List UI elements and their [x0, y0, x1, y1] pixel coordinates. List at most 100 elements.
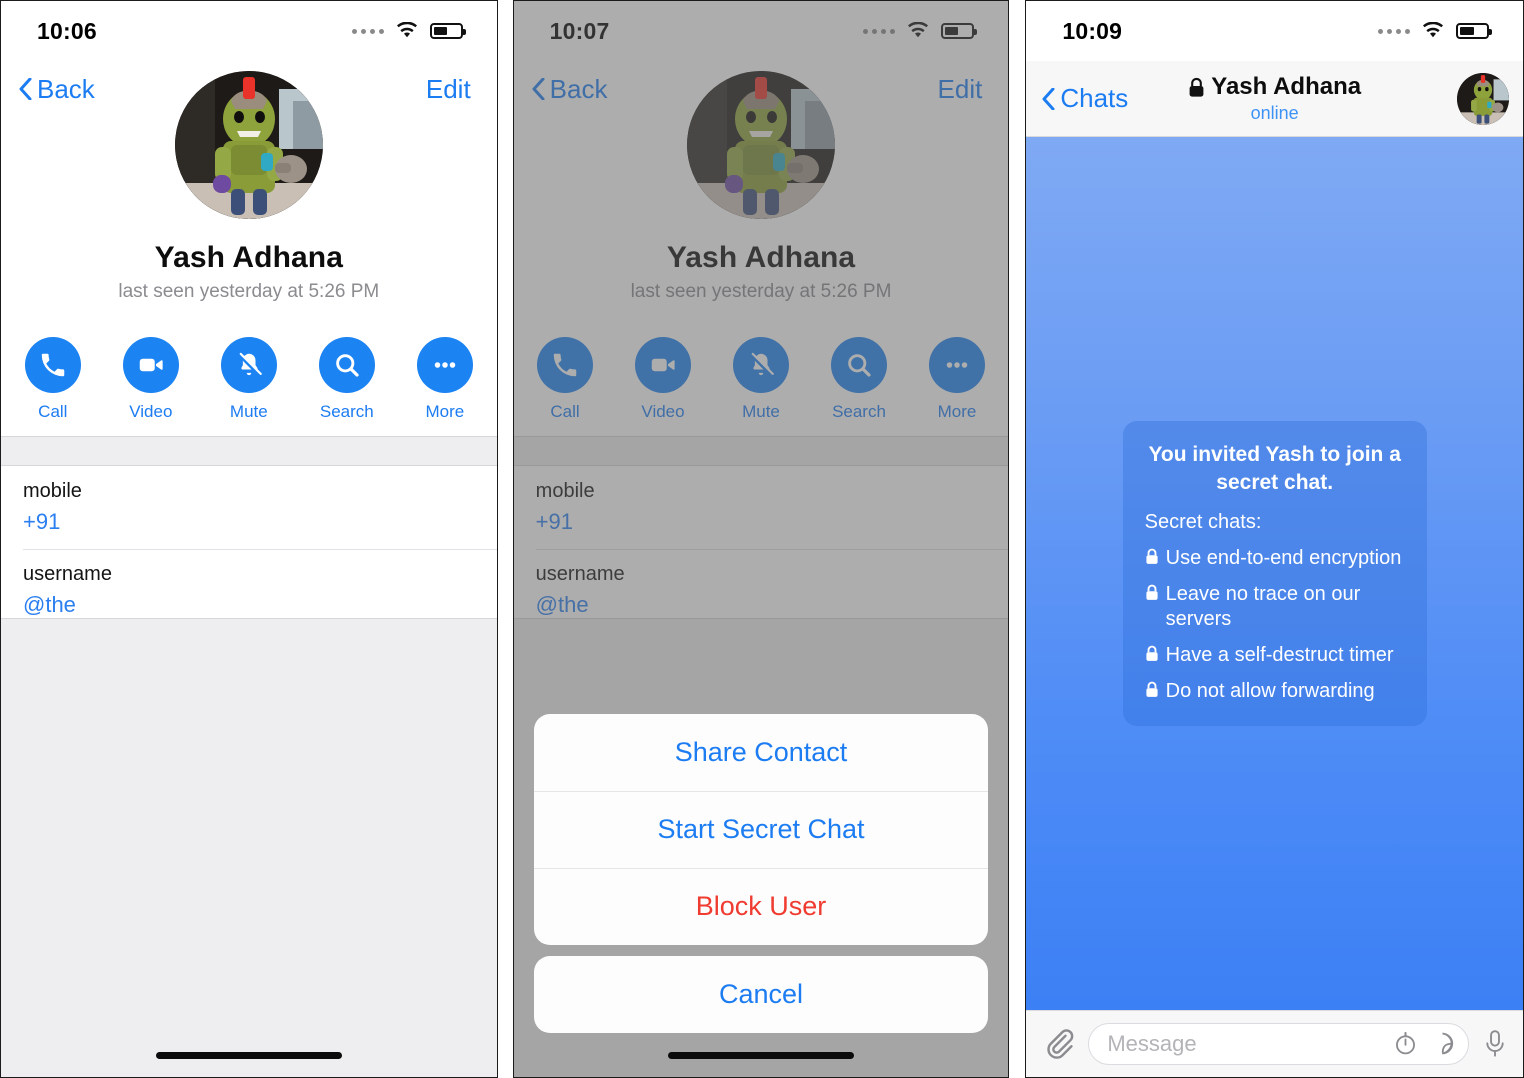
home-indicator [155, 1052, 342, 1059]
battery-icon [429, 23, 466, 39]
status-time: 10:06 [37, 17, 97, 44]
back-button-label: Back [37, 73, 95, 104]
back-button-label: Back [549, 73, 608, 104]
start-secret-chat-button[interactable]: Start Secret Chat [533, 791, 989, 868]
status-bar: 10:09 [1026, 1, 1523, 61]
call-button[interactable] [24, 337, 81, 393]
profile-header: Yash Adhana last seen yesterday at 5:26 … [1, 71, 497, 303]
bubble-bullet-text: Use end-to-end encryption [1165, 546, 1402, 569]
action-search[interactable]: Search [828, 337, 890, 422]
bubble-bullet: Do not allow forwarding [1145, 679, 1405, 704]
back-button[interactable]: Back [532, 73, 608, 105]
action-more[interactable]: More [926, 337, 988, 422]
video-camera-icon [139, 358, 163, 372]
status-indicators [351, 22, 466, 40]
battery-icon [941, 23, 978, 39]
cancel-button[interactable]: Cancel [534, 956, 989, 1033]
sticker-icon[interactable] [1429, 1030, 1456, 1057]
profile-avatar[interactable] [174, 71, 323, 219]
back-button[interactable]: Back [19, 74, 95, 105]
status-bar: 10:06 [1, 1, 497, 61]
search-label: Search [832, 402, 886, 421]
phone-panel-secret-chat: 10:09 Chats Yash Adhana online You invit… [1025, 0, 1524, 1078]
home-indicator [668, 1052, 854, 1059]
status-indicators [863, 22, 978, 40]
info-row-value: @the [23, 592, 76, 617]
search-button[interactable] [318, 337, 375, 393]
microphone-icon[interactable] [1481, 1028, 1509, 1060]
bubble-bullet: Have a self-destruct timer [1145, 643, 1405, 668]
action-call[interactable]: Call [534, 337, 596, 422]
action-call[interactable]: Call [22, 337, 84, 422]
action-button-row: Call Video Mute Search More [1, 337, 497, 436]
profile-name: Yash Adhana [154, 241, 344, 274]
section-gap [513, 436, 1009, 466]
status-indicators [1378, 22, 1493, 40]
profile-last-seen: last seen yesterday at 5:26 PM [118, 281, 380, 302]
mute-button[interactable] [220, 337, 277, 393]
wifi-icon [1423, 22, 1444, 38]
edit-button[interactable]: Edit [938, 74, 983, 105]
wifi-icon [908, 22, 929, 38]
info-row-value: @the [535, 592, 589, 617]
info-row-value: +91 [535, 509, 573, 534]
info-row-mobile[interactable]: mobile +91 [514, 466, 1009, 549]
bubble-bullet-text: Leave no trace on our servers [1165, 582, 1361, 630]
block-user-button[interactable]: Block User [533, 868, 989, 945]
mute-label: Mute [742, 402, 780, 421]
chevron-left-icon [19, 78, 32, 100]
video-button[interactable] [122, 337, 179, 393]
status-time: 10:07 [549, 17, 610, 44]
phone-icon [553, 353, 577, 377]
call-button[interactable] [537, 337, 593, 393]
search-button[interactable] [831, 337, 887, 393]
call-label: Call [38, 402, 68, 421]
edit-button[interactable]: Edit [426, 74, 471, 105]
ellipsis-icon [946, 362, 968, 368]
chat-header-avatar[interactable] [1457, 72, 1510, 125]
action-search[interactable]: Search [316, 337, 378, 422]
action-mute[interactable]: Mute [218, 337, 280, 422]
video-button[interactable] [635, 337, 691, 393]
more-button[interactable] [416, 337, 473, 393]
chevron-left-icon [1042, 87, 1055, 110]
phone-panel-action-sheet: 10:07 Back Edit Yash Adhana last seen ye… [512, 0, 1010, 1078]
video-label: Video [641, 402, 685, 421]
field-icon-group [1392, 1030, 1456, 1057]
section-gap [1, 436, 497, 466]
more-label: More [937, 402, 977, 421]
bubble-subheading: Secret chats: [1144, 510, 1262, 533]
info-row-mobile[interactable]: mobile +91 [1, 466, 497, 549]
bell-slash-icon [749, 352, 774, 377]
paperclip-icon[interactable] [1042, 1027, 1076, 1061]
profile-avatar[interactable] [687, 71, 835, 219]
signal-dots-icon [863, 28, 896, 34]
chats-back-label: Chats [1060, 83, 1129, 113]
more-button[interactable] [929, 337, 985, 393]
profile-name: Yash Adhana [666, 241, 856, 274]
share-contact-button[interactable]: Share Contact [534, 714, 989, 791]
message-placeholder: Message [1107, 1030, 1197, 1056]
action-mute[interactable]: Mute [730, 337, 792, 422]
gladiator-hulk-figure-photo [687, 71, 835, 219]
message-input-bar: Message [1026, 1010, 1524, 1076]
bubble-bullet: Use end-to-end encryption [1145, 546, 1405, 571]
action-video[interactable]: Video [632, 337, 694, 422]
info-row-key: username [23, 563, 112, 585]
profile-header: Yash Adhana last seen yesterday at 5:26 … [514, 71, 1009, 303]
chat-message-area: You invited Yash to join a secret chat. … [1026, 137, 1524, 1010]
chats-back-button[interactable]: Chats [1042, 83, 1128, 114]
lock-icon [1189, 77, 1204, 97]
stopwatch-icon[interactable] [1392, 1030, 1419, 1057]
action-button-row: Call Video Mute Search More [514, 337, 1009, 436]
bubble-bullet: Leave no trace on our servers [1145, 582, 1405, 632]
video-camera-icon [651, 358, 675, 372]
action-video[interactable]: Video [120, 337, 182, 422]
signal-dots-icon [351, 28, 384, 34]
mute-button[interactable] [733, 337, 789, 393]
chat-navigation-bar: Chats Yash Adhana online [1026, 61, 1524, 137]
wifi-icon [396, 22, 417, 38]
ellipsis-icon [434, 362, 456, 368]
message-input-field[interactable]: Message [1088, 1022, 1470, 1065]
action-more[interactable]: More [414, 337, 476, 422]
